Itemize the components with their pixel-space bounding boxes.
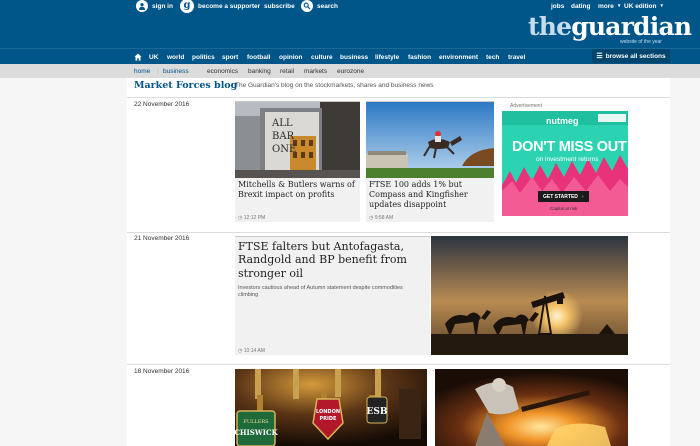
article-standfirst: Investors cautious ahead of Autumn state… — [238, 285, 403, 299]
date-heading: 21 November 2016 — [134, 235, 190, 242]
guardian-g-icon: g — [180, 0, 194, 13]
advert-fine-print: Capital at risk — [550, 206, 578, 211]
edition-menu[interactable]: UK edition ▾ — [624, 0, 663, 12]
clock-icon: ◷ — [238, 348, 243, 354]
divider — [127, 232, 670, 233]
clock-icon: ◷ — [369, 215, 374, 221]
svg-text:CHISWICK: CHISWICK — [235, 428, 279, 437]
article-card[interactable]: FTSE 100 adds 1% but Compass and Kingfis… — [366, 101, 494, 222]
svg-text:ESB: ESB — [367, 407, 388, 417]
svg-text:BAR: BAR — [272, 131, 295, 142]
guardian-logo[interactable]: theguardian — [528, 14, 692, 39]
svg-text:LONDON: LONDON — [316, 409, 340, 415]
nav-item-uk[interactable]: UK — [149, 49, 158, 65]
svg-text:FULLERS: FULLERS — [243, 419, 269, 425]
nav-item-travel[interactable]: travel — [508, 49, 525, 65]
subscribe-link[interactable]: subscribe — [264, 0, 295, 12]
sign-in-link[interactable]: sign in — [136, 0, 173, 12]
logo-tagline: website of the year — [620, 39, 662, 45]
divider — [127, 364, 670, 365]
article-time: ◷ 12:12 PM — [238, 215, 266, 221]
divider — [127, 97, 670, 98]
user-icon — [136, 0, 148, 12]
subnav-item-economics[interactable]: economics — [207, 64, 238, 78]
article-headline[interactable]: FTSE 100 adds 1% but Compass and Kingfis… — [369, 180, 491, 210]
article-image[interactable] — [431, 236, 628, 355]
svg-text:ONE: ONE — [272, 144, 296, 155]
chevron-down-icon: ▾ — [660, 3, 664, 9]
search-link[interactable]: search — [301, 0, 338, 12]
nav-item-environment[interactable]: environment — [439, 49, 478, 65]
nav-item-football[interactable]: football — [247, 49, 270, 65]
dating-link[interactable]: dating — [571, 0, 591, 12]
nav-item-politics[interactable]: politics — [192, 49, 215, 65]
jobs-link[interactable]: jobs — [551, 0, 564, 12]
date-heading: 22 November 2016 — [134, 101, 190, 108]
nav-item-tech[interactable]: tech — [486, 49, 499, 65]
svg-text:ALL: ALL — [271, 118, 293, 129]
arrow-right-icon: › — [581, 193, 584, 200]
article-card[interactable]: ALL BAR ONE Mitchells & Butlers warns of… — [235, 101, 360, 222]
home-icon[interactable] — [134, 49, 142, 65]
article-card[interactable]: FTSE falters but Antofagasta, Randgold a… — [235, 236, 430, 355]
article-time: ◷ 10:14 AM — [238, 348, 265, 354]
blog-title[interactable]: Market Forces blog — [134, 80, 237, 91]
nav-item-fashion[interactable]: fashion — [408, 49, 431, 65]
nav-item-culture[interactable]: culture — [311, 49, 333, 65]
article-image — [366, 102, 494, 178]
search-icon — [301, 0, 313, 12]
advert-brand: nutmeg — [546, 116, 579, 126]
nav-item-world[interactable]: world — [167, 49, 184, 65]
sub-nav: home | business economics banking retail… — [0, 64, 700, 78]
article-headline[interactable]: FTSE falters but Antofagasta, Randgold a… — [238, 240, 424, 280]
advertisement[interactable]: nutmeg DON'T MISS OUT on investment retu… — [502, 111, 628, 216]
subnav-item-markets[interactable]: markets — [304, 64, 327, 78]
advert-subline: on investment returns — [536, 156, 599, 163]
article-image: ALL BAR ONE — [235, 102, 360, 178]
blog-description: The Guardian's blog on the stockmarkets,… — [235, 82, 434, 89]
article-image[interactable] — [435, 369, 628, 446]
nav-item-business[interactable]: business — [340, 49, 368, 65]
clock-icon: ◷ — [238, 215, 243, 221]
chevron-down-icon: ▾ — [617, 3, 621, 9]
article-image[interactable]: FULLERS CHISWICK LONDON PRIDE ESB — [235, 369, 427, 446]
article-time: ◷ 9:58 AM — [369, 215, 394, 221]
article-headline[interactable]: Mitchells & Butlers warns of Brexit impa… — [238, 180, 356, 200]
subnav-item-banking[interactable]: banking — [248, 64, 271, 78]
become-supporter-link[interactable]: g become a supporter — [180, 0, 260, 13]
svg-text:PRIDE: PRIDE — [320, 416, 338, 422]
more-menu[interactable]: more ▾ — [598, 0, 620, 12]
subnav-item-retail[interactable]: retail — [280, 64, 294, 78]
advert-headline: DON'T MISS OUT — [512, 139, 627, 155]
subnav-separator: | — [157, 67, 159, 75]
nav-item-sport[interactable]: sport — [222, 49, 238, 65]
subnav-item-home[interactable]: home — [134, 64, 150, 78]
browse-all-sections-button[interactable]: ☰ browse all sections — [592, 49, 670, 63]
subnav-item-eurozone[interactable]: eurozone — [337, 64, 364, 78]
date-heading: 18 November 2016 — [134, 368, 190, 375]
advertisement-label: Advertisement — [510, 103, 542, 109]
menu-icon: ☰ — [596, 53, 603, 60]
nav-item-lifestyle[interactable]: lifestyle — [375, 49, 399, 65]
subnav-item-business[interactable]: business — [163, 64, 189, 78]
advert-cta-button[interactable]: GET STARTED › — [538, 191, 589, 202]
nav-item-opinion[interactable]: opinion — [279, 49, 302, 65]
